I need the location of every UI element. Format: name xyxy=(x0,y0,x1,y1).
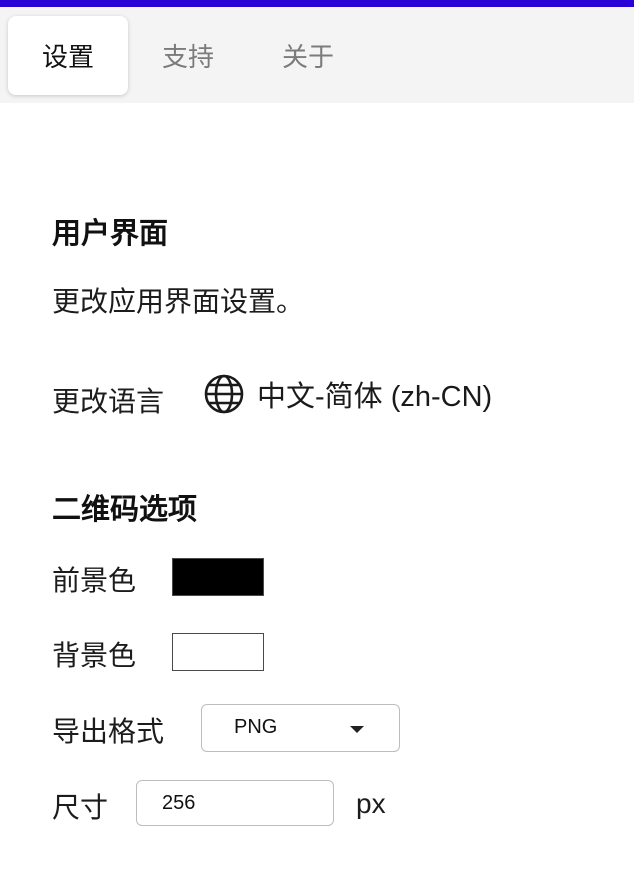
foreground-color-swatch[interactable] xyxy=(172,558,264,596)
qr-section-title: 二维码选项 xyxy=(52,492,198,526)
size-unit: px xyxy=(356,788,386,819)
format-label: 导出格式 xyxy=(52,715,165,748)
language-selector[interactable]: 中文-简体 (zh-CN) xyxy=(203,369,492,419)
format-value: PNG xyxy=(234,716,278,738)
size-label: 尺寸 xyxy=(52,791,109,824)
tab-settings[interactable]: 设置 xyxy=(8,16,128,95)
background-label: 背景色 xyxy=(52,639,137,672)
tab-about[interactable]: 关于 xyxy=(248,16,368,95)
size-input[interactable] xyxy=(136,780,334,826)
ui-section-description: 更改应用界面设置。 xyxy=(52,285,305,318)
format-select[interactable]: PNG xyxy=(201,704,400,752)
globe-icon xyxy=(204,374,244,414)
language-label: 更改语言 xyxy=(52,385,165,418)
language-value: 中文-简体 (zh-CN) xyxy=(257,381,493,413)
ui-section-title: 用户界面 xyxy=(52,216,169,250)
foreground-label: 前景色 xyxy=(52,564,137,597)
caret-down-icon xyxy=(350,726,364,733)
tab-support[interactable]: 支持 xyxy=(128,16,248,95)
tab-bar: 设置 支持 关于 xyxy=(0,7,634,103)
background-color-swatch[interactable] xyxy=(172,633,264,671)
accent-bar xyxy=(0,0,634,7)
